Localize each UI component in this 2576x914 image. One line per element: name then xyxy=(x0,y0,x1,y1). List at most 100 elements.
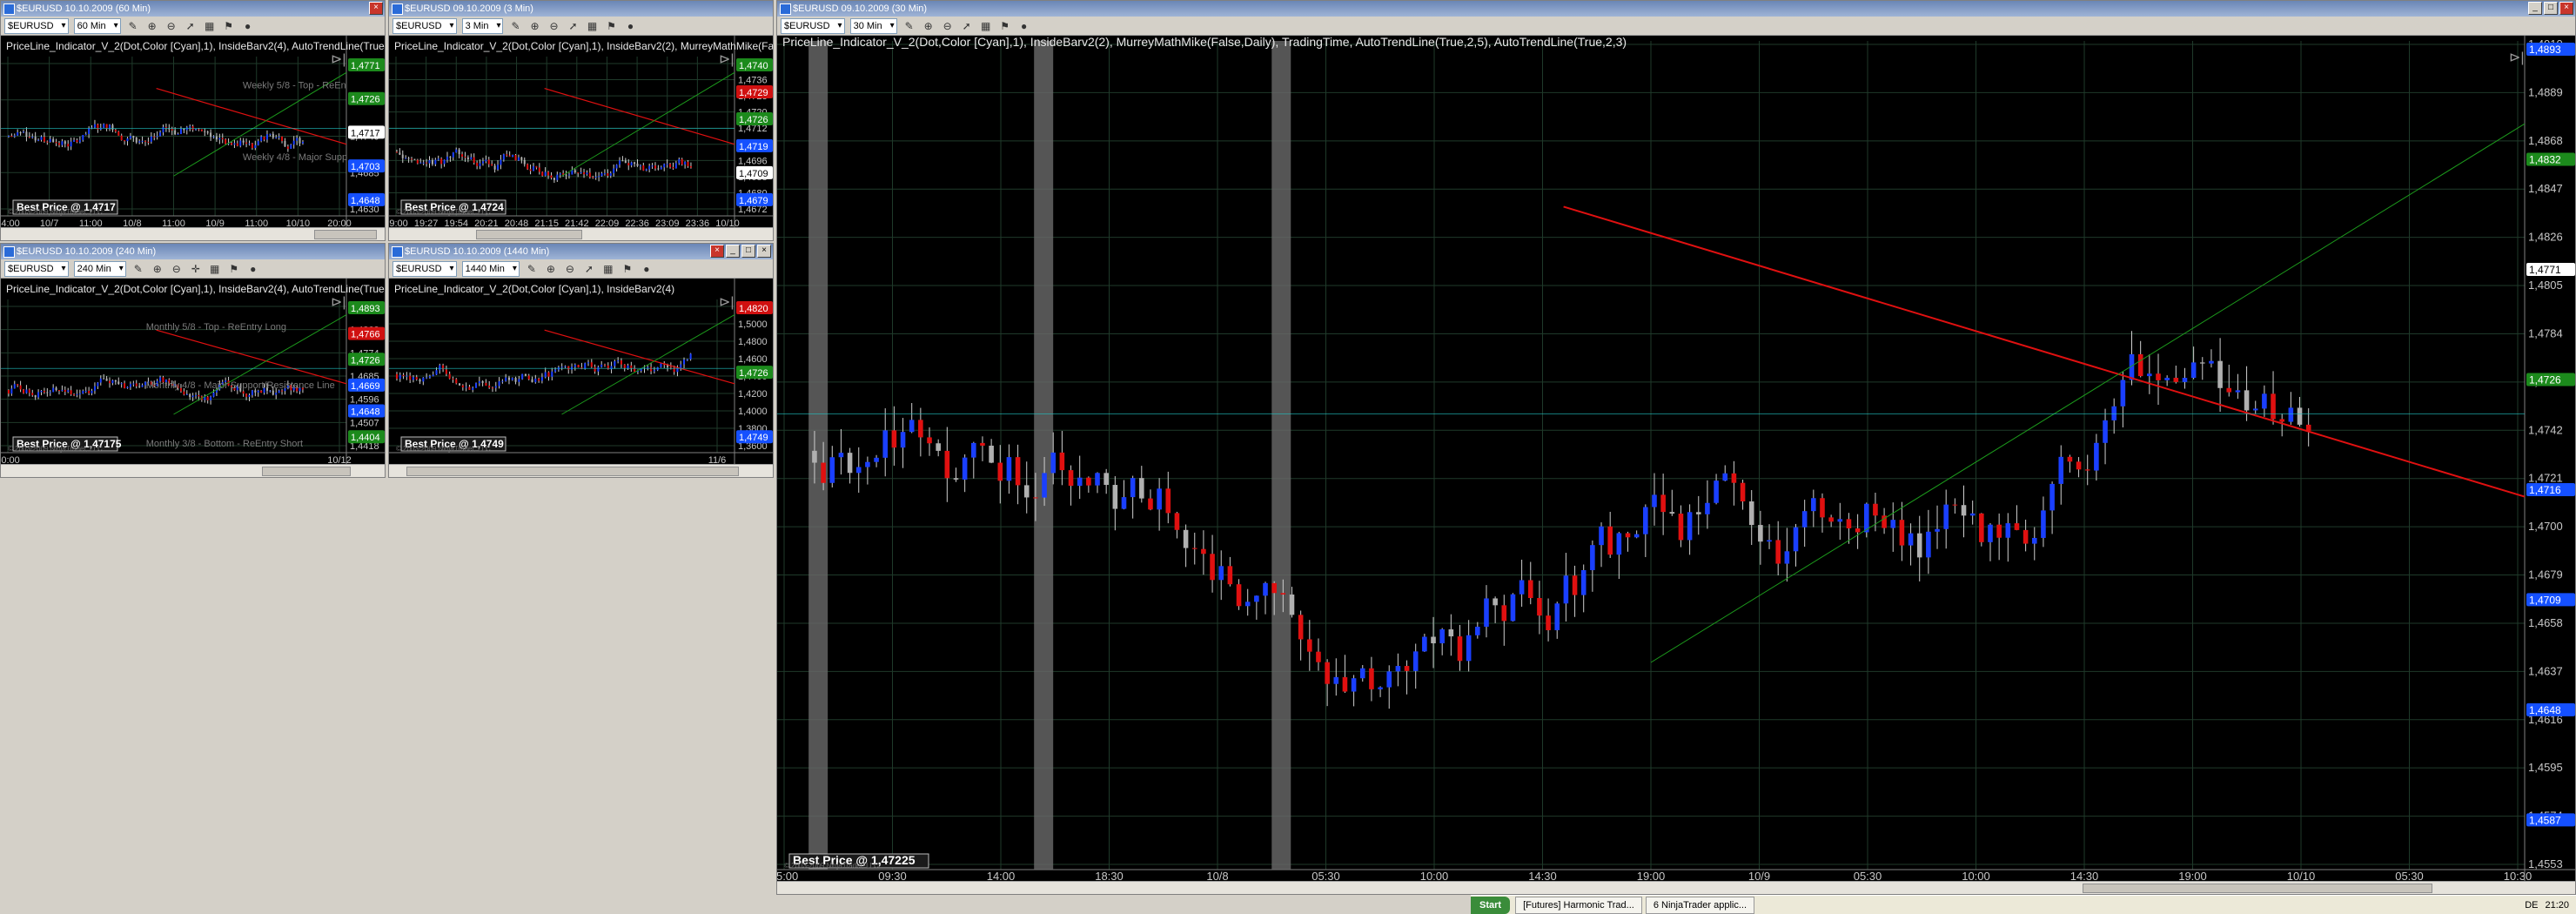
interval-select[interactable]: 30 Min xyxy=(849,17,897,34)
chart-panel[interactable]: 1,47441,47361,47281,47201,47121,47041,46… xyxy=(389,36,773,230)
candle-body xyxy=(448,373,451,379)
properties-icon[interactable]: ▦ xyxy=(979,19,993,33)
candle-body xyxy=(527,164,529,170)
candle-body xyxy=(650,366,653,372)
properties-icon[interactable]: ▦ xyxy=(585,19,599,33)
candle-body xyxy=(195,129,198,131)
crosshair-icon[interactable]: ✛ xyxy=(189,262,203,276)
instrument-select[interactable]: $EURUSD xyxy=(4,17,69,34)
pencil-icon[interactable]: ✎ xyxy=(902,19,916,33)
candle-body xyxy=(493,165,496,170)
window-titlebar[interactable]: $EURUSD 10.10.2009 (1440 Min) × _ □ × xyxy=(389,244,773,259)
properties-icon[interactable]: ▦ xyxy=(208,262,222,276)
candle-body xyxy=(594,176,597,178)
chart-window-240min[interactable]: $EURUSD 10.10.2009 (240 Min) $EURUSD 240… xyxy=(0,243,386,478)
indicator-icon[interactable]: ⚑ xyxy=(621,262,634,276)
zoom-in-icon[interactable]: ⊕ xyxy=(151,262,164,276)
candle-body xyxy=(57,143,60,145)
window-titlebar[interactable]: $EURUSD 10.10.2009 (60 Min) × xyxy=(1,1,385,17)
strategy-icon[interactable]: ● xyxy=(241,19,255,33)
pencil-icon[interactable]: ✎ xyxy=(525,262,539,276)
instrument-select[interactable]: $EURUSD xyxy=(781,17,845,34)
zoom-out-icon[interactable]: ⊖ xyxy=(563,262,577,276)
strategy-icon[interactable]: ● xyxy=(1017,19,1031,33)
indicator-icon[interactable]: ⚑ xyxy=(604,19,618,33)
instrument-select[interactable]: $EURUSD xyxy=(392,17,457,34)
properties-icon[interactable]: ▦ xyxy=(203,19,217,33)
indicator-icon[interactable]: ⚑ xyxy=(227,262,241,276)
zoom-in-icon[interactable]: ⊕ xyxy=(544,262,558,276)
zoom-in-icon[interactable]: ⊕ xyxy=(527,19,541,33)
cursor-icon[interactable]: ➚ xyxy=(184,19,198,33)
pencil-icon[interactable]: ✎ xyxy=(508,19,522,33)
chart-panel[interactable]: 1,49521,48631,47741,46851,45961,45071,44… xyxy=(1,279,385,467)
pencil-icon[interactable]: ✎ xyxy=(126,19,140,33)
candle-body xyxy=(1201,548,1206,554)
minimize-button[interactable]: _ xyxy=(2528,2,2542,15)
candle-body xyxy=(426,162,428,164)
horizontal-scrollbar[interactable] xyxy=(389,464,773,477)
chart-panel[interactable]: 1,52001,50001,48001,46001,44001,42001,40… xyxy=(389,279,773,467)
taskbar-item[interactable]: [Futures] Harmonic Trad... xyxy=(1515,897,1642,914)
cursor-icon[interactable]: ➚ xyxy=(566,19,580,33)
chart-window-30min[interactable]: $EURUSD 09.10.2009 (30 Min) _ □ × $EURUSD … xyxy=(776,0,2576,895)
horizontal-scrollbar[interactable] xyxy=(1,227,385,240)
candle-body xyxy=(508,155,511,158)
candle-body xyxy=(439,365,441,371)
taskbar-item[interactable]: 6 NinjaTrader applic... xyxy=(1645,897,1755,914)
chart-window-3min[interactable]: $EURUSD 09.10.2009 (3 Min) $EURUSD 3 Min… xyxy=(388,0,774,241)
candle-body xyxy=(10,136,13,138)
close-button[interactable]: × xyxy=(2559,2,2573,15)
window-titlebar[interactable]: $EURUSD 10.10.2009 (240 Min) xyxy=(1,244,385,259)
horizontal-scrollbar[interactable] xyxy=(777,881,2575,894)
maximize-button[interactable]: □ xyxy=(2544,2,2558,15)
maximize-button[interactable]: □ xyxy=(741,245,755,258)
minimize-button[interactable]: _ xyxy=(726,245,740,258)
chart-window-60min[interactable]: $EURUSD 10.10.2009 (60 Min) × $EURUSD 60… xyxy=(0,0,386,241)
chart-panel[interactable]: 1,49101,48891,48681,48471,48261,48051,47… xyxy=(777,36,2575,884)
y-tick-label: 1,5000 xyxy=(738,319,768,330)
interval-select[interactable]: 1440 Min xyxy=(461,260,520,277)
candle-body xyxy=(660,167,662,170)
candle-body xyxy=(82,391,84,394)
instrument-select[interactable]: $EURUSD xyxy=(392,260,457,277)
zoom-out-icon[interactable]: ⊖ xyxy=(941,19,955,33)
zoom-out-icon[interactable]: ⊖ xyxy=(164,19,178,33)
close-button[interactable]: × xyxy=(369,2,383,15)
cursor-icon[interactable]: ➚ xyxy=(960,19,974,33)
candle-body xyxy=(405,158,407,159)
indicator-icon[interactable]: ⚑ xyxy=(222,19,236,33)
close-button[interactable]: × xyxy=(710,245,724,258)
window-titlebar[interactable]: $EURUSD 09.10.2009 (30 Min) _ □ × xyxy=(777,1,2575,17)
candle-body xyxy=(1988,524,1993,542)
instrument-select[interactable]: $EURUSD xyxy=(4,260,69,277)
candle-body xyxy=(431,160,433,165)
horizontal-scrollbar[interactable] xyxy=(389,227,773,240)
zoom-out-icon[interactable]: ⊖ xyxy=(547,19,560,33)
candle-body xyxy=(2262,393,2267,409)
strategy-icon[interactable]: ● xyxy=(623,19,637,33)
language-indicator[interactable]: DE xyxy=(2525,900,2538,911)
restore-button[interactable]: × xyxy=(757,245,771,258)
horizontal-scrollbar[interactable] xyxy=(1,464,385,477)
candle-body xyxy=(1580,569,1587,595)
properties-icon[interactable]: ▦ xyxy=(601,262,615,276)
indicator-icon[interactable]: ⚑ xyxy=(998,19,1012,33)
candle-body xyxy=(239,140,242,146)
start-button[interactable]: Start xyxy=(1471,897,1511,914)
zoom-out-icon[interactable]: ⊖ xyxy=(170,262,184,276)
strategy-icon[interactable]: ● xyxy=(246,262,260,276)
chart-panel[interactable]: 1,48501,47951,47401,46851,463014:0010/71… xyxy=(1,36,385,230)
candle-body xyxy=(2137,353,2143,377)
chart-window-1440min[interactable]: $EURUSD 10.10.2009 (1440 Min) × _ □ × $EURU… xyxy=(388,243,774,478)
zoom-in-icon[interactable]: ⊕ xyxy=(145,19,159,33)
interval-select[interactable]: 240 Min xyxy=(73,260,126,277)
interval-select[interactable]: 60 Min xyxy=(73,17,121,34)
cursor-icon[interactable]: ➚ xyxy=(582,262,596,276)
pencil-icon[interactable]: ✎ xyxy=(131,262,145,276)
window-titlebar[interactable]: $EURUSD 09.10.2009 (3 Min) xyxy=(389,1,773,17)
interval-select[interactable]: 3 Min xyxy=(461,17,504,34)
candle-body xyxy=(120,135,123,141)
zoom-in-icon[interactable]: ⊕ xyxy=(922,19,936,33)
strategy-icon[interactable]: ● xyxy=(640,262,654,276)
